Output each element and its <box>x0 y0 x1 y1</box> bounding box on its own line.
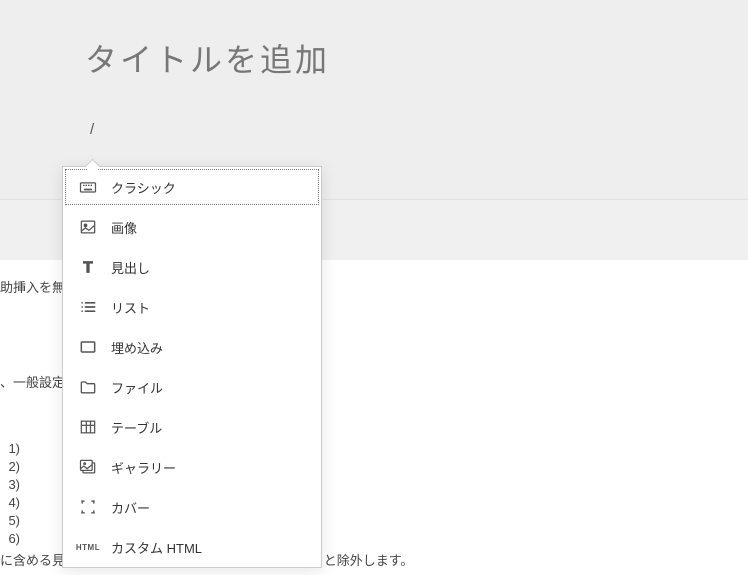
block-label: 見出し <box>111 258 150 277</box>
slash-command-trigger[interactable]: / <box>90 121 663 138</box>
post-title-input[interactable]: タイトルを追加 <box>85 30 663 86</box>
cover-icon <box>77 496 99 518</box>
block-option-cover[interactable]: カバー <box>63 487 321 527</box>
block-option-custom-html[interactable]: HTML カスタム HTML <box>63 527 321 567</box>
file-icon <box>77 376 99 398</box>
cutoff-text: 助挿入を無 <box>0 277 65 296</box>
list-icon <box>77 296 99 318</box>
block-label: カスタム HTML <box>111 538 202 557</box>
block-option-image[interactable]: 画像 <box>63 207 321 247</box>
cutoff-text: 、一般設定 <box>0 372 65 391</box>
block-label: ギャラリー <box>111 458 176 477</box>
block-option-gallery[interactable]: ギャラリー <box>63 447 321 487</box>
image-icon <box>77 216 99 238</box>
html-icon: HTML <box>77 536 99 558</box>
heading-level-list: 1) 2) 3) 4) 5) 6) <box>0 440 20 548</box>
block-label: 埋め込み <box>111 338 163 357</box>
block-label: テーブル <box>111 418 162 437</box>
block-label: クラシック <box>111 178 176 197</box>
block-option-heading[interactable]: 見出し <box>63 247 321 287</box>
keyboard-icon <box>77 176 99 198</box>
block-option-list[interactable]: リスト <box>63 287 321 327</box>
block-option-embed[interactable]: 埋め込み <box>63 327 321 367</box>
embed-icon <box>77 336 99 358</box>
block-label: リスト <box>111 298 150 317</box>
block-label: カバー <box>111 498 150 517</box>
block-option-table[interactable]: テーブル <box>63 407 321 447</box>
block-option-classic[interactable]: クラシック <box>63 167 321 207</box>
block-label: ファイル <box>111 378 163 397</box>
table-icon <box>77 416 99 438</box>
heading-icon <box>77 256 99 278</box>
gallery-icon <box>77 456 99 478</box>
block-option-file[interactable]: ファイル <box>63 367 321 407</box>
block-label: 画像 <box>111 218 137 237</box>
block-inserter-popover: クラシック 画像 見出し リスト 埋め込み ファイル テーブル <box>62 166 322 568</box>
